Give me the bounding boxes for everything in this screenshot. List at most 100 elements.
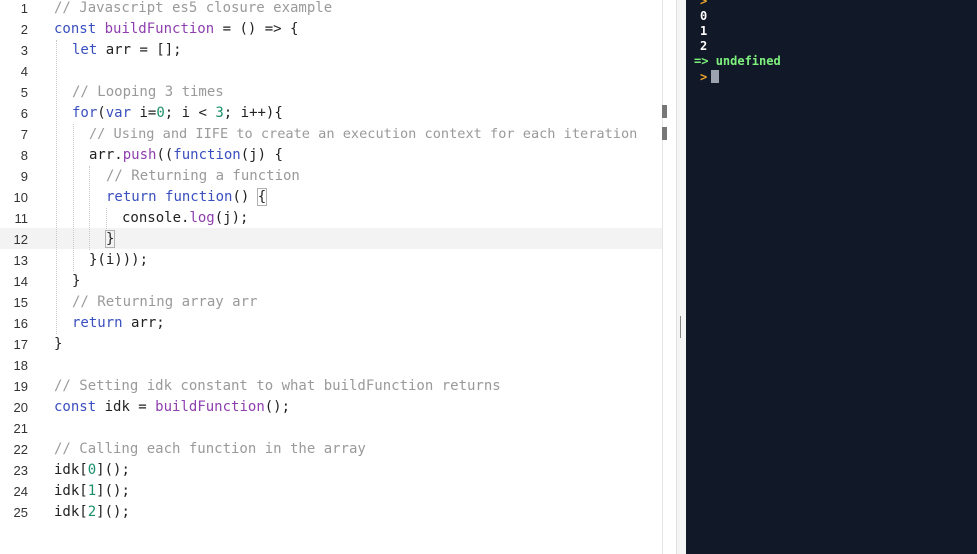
code-text: arr.	[89, 147, 123, 163]
indent-guide	[56, 40, 57, 334]
console-prompt-icon: >	[700, 0, 708, 8]
code-line: return arr;	[72, 313, 165, 334]
code-line: }	[72, 273, 81, 289]
line-number: 17	[13, 337, 28, 352]
code-line: arr.push((function(j) {	[89, 145, 283, 166]
line-number: 15	[13, 295, 28, 310]
text-cursor	[711, 70, 720, 83]
line-number: 18	[13, 358, 28, 373]
code-line: // Returning a function	[106, 166, 300, 187]
code-line: let arr = [];	[72, 40, 182, 61]
code-text: ();	[264, 399, 291, 415]
comment: // Returning a function	[106, 168, 300, 184]
comment: // Returning array arr	[72, 294, 258, 310]
line-number: 4	[20, 64, 28, 79]
console-prompt-icon: >	[700, 70, 708, 84]
keyword: return	[72, 315, 123, 331]
keyword: function	[173, 147, 241, 163]
code-line: // Calling each function in the array	[54, 439, 366, 460]
keyword: let	[72, 42, 98, 58]
line-number-gutter: 1 2 3 4 5 6 7 8 9 10 11 12 13 14 15 16 1…	[0, 0, 40, 554]
code-text: ((	[156, 147, 174, 163]
code-text: console.	[122, 210, 190, 226]
line-number: 25	[13, 505, 28, 520]
code-line: }(i)));	[89, 252, 149, 268]
result-value: undefined	[715, 54, 781, 68]
line-number: 10	[13, 190, 28, 205]
number-literal: 2	[87, 504, 97, 520]
code-line: idk[0]();	[54, 460, 130, 481]
line-number: 16	[13, 316, 28, 331]
code-line: // Javascript es5 closure example	[54, 0, 332, 19]
code-line: }	[104, 229, 116, 250]
keyword: var	[105, 105, 132, 121]
active-line-highlight	[0, 228, 676, 249]
code-line: const buildFunction = () => {	[54, 19, 298, 40]
line-number: 20	[13, 400, 28, 415]
overview-ruler[interactable]	[662, 0, 677, 554]
code-text: ; i++){	[223, 105, 283, 121]
code-text: ]();	[96, 483, 130, 499]
line-number: 7	[20, 127, 28, 142]
line-number: 9	[20, 169, 28, 184]
line-number: 3	[20, 43, 28, 58]
keyword: const	[54, 21, 97, 37]
code-text: ; i <	[164, 105, 216, 121]
indent-guide	[73, 124, 74, 271]
comment: // Looping 3 times	[72, 84, 224, 100]
code-line: const idk = buildFunction();	[54, 397, 290, 418]
method-name: push	[122, 147, 157, 163]
console-input-line[interactable]: >	[700, 70, 720, 85]
line-number: 22	[13, 442, 28, 457]
code-text: i=	[131, 105, 157, 121]
code-text: (	[97, 105, 106, 121]
line-number: 11	[14, 211, 29, 226]
code-text: idk =	[96, 399, 156, 415]
method-name: log	[189, 210, 215, 226]
code-text: (j) {	[240, 147, 283, 163]
code-line: idk[2]();	[54, 502, 130, 523]
line-number: 19	[13, 379, 28, 394]
code-line: console.log(j);	[122, 208, 248, 229]
comment: // Using and IIFE to create an execution…	[89, 126, 638, 142]
code-text: (j);	[214, 210, 249, 226]
line-number: 21	[13, 421, 28, 436]
code-line: // Using and IIFE to create an execution…	[89, 124, 637, 145]
code-editor[interactable]: 1 2 3 4 5 6 7 8 9 10 11 12 13 14 15 16 1…	[0, 0, 676, 554]
matched-bracket: {	[256, 188, 268, 206]
line-number: 24	[13, 484, 28, 499]
code-text: ()	[232, 189, 258, 205]
number-literal: 1	[87, 483, 97, 499]
comment: // Setting idk constant to what buildFun…	[54, 378, 501, 394]
console-panel[interactable]: > 0 1 2 => undefined >	[686, 0, 977, 554]
line-number: 1	[20, 1, 28, 16]
line-number: 23	[13, 463, 28, 478]
code-line: idk[1]();	[54, 481, 130, 502]
code-line: }	[54, 336, 63, 352]
comment: // Calling each function in the array	[54, 441, 366, 457]
code-line: // Returning array arr	[72, 292, 257, 313]
console-output-line: 2	[700, 39, 708, 53]
number-literal: 0	[156, 105, 165, 121]
code-line: for(var i=0; i < 3; i++){	[72, 103, 283, 124]
function-name: buildFunction	[155, 399, 265, 415]
code-text: ]();	[96, 504, 130, 520]
console-output-line: 1	[700, 24, 708, 38]
code-text: arr;	[122, 315, 165, 331]
code-text: = () => {	[214, 21, 299, 37]
number-literal: 0	[87, 462, 97, 478]
line-number: 6	[20, 106, 28, 121]
line-number: 12	[13, 232, 28, 247]
keyword: for	[72, 105, 98, 121]
code-line: return function() {	[106, 187, 268, 208]
line-number: 8	[20, 148, 28, 163]
ruler-marker	[662, 127, 667, 140]
code-text: idk[	[54, 462, 88, 478]
indent-guide	[89, 166, 90, 250]
line-number: 5	[20, 85, 28, 100]
line-number: 2	[20, 22, 28, 37]
number-literal: 3	[215, 105, 224, 121]
splitter-grip-icon[interactable]	[680, 316, 681, 338]
keyword: const	[54, 399, 97, 415]
code-line: // Setting idk constant to what buildFun…	[54, 376, 501, 397]
